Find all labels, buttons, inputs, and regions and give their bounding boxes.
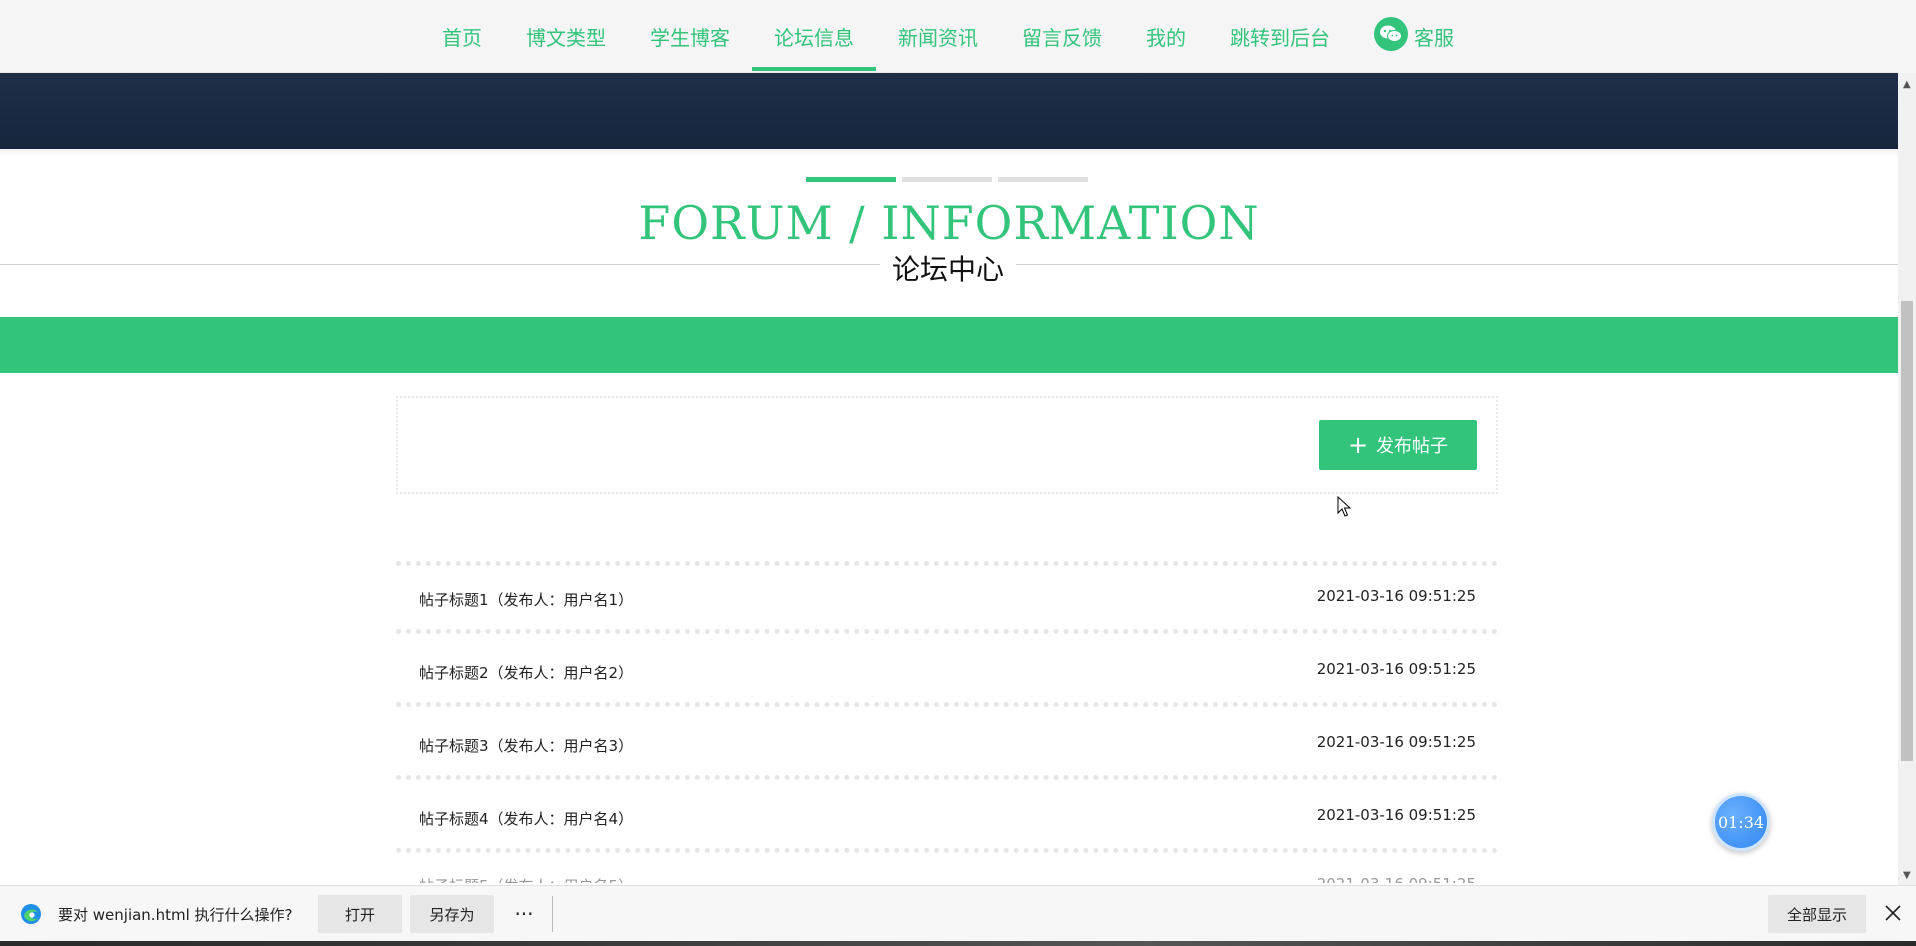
show-all-button[interactable]: 全部显示 [1768, 895, 1866, 933]
nav-item-mine[interactable]: 我的 [1124, 0, 1208, 73]
edge-icon [20, 903, 42, 925]
post-time: 2021-03-16 09:51:25 [1316, 806, 1476, 824]
scroll-down-arrow-icon[interactable]: ▼ [1903, 870, 1911, 881]
nav-item-blog-types[interactable]: 博文类型 [504, 0, 628, 73]
nav-item-label: 论坛信息 [774, 26, 854, 50]
nav-item-forum[interactable]: 论坛信息 [752, 0, 876, 73]
mouse-cursor-icon [1337, 495, 1352, 522]
nav-items: 首页 博文类型 学生博客 论坛信息 新闻资讯 留言反馈 我的 跳转到后台 客服 [420, 0, 1476, 73]
nav-item-label: 新闻资讯 [898, 26, 978, 50]
nav-item-student-blogs[interactable]: 学生博客 [628, 0, 752, 73]
nav-item-label: 客服 [1414, 26, 1454, 50]
download-bar: 要对 wenjian.html 执行什么操作? 打开 另存为 ··· 全部显示 [0, 885, 1916, 941]
nav-item-label: 我的 [1146, 26, 1186, 50]
banner-shadow [0, 149, 1898, 157]
list-item[interactable]: 帖子标题5（发布人：用户名5） 2021-03-16 09:51:25 [396, 853, 1498, 883]
post-time: 2021-03-16 09:51:25 [1316, 660, 1476, 678]
list-item[interactable]: 帖子标题2（发布人：用户名2） 2021-03-16 09:51:25 [396, 634, 1498, 707]
nav-item-label: 跳转到后台 [1230, 26, 1330, 50]
download-bar-divider [552, 896, 553, 932]
indicator-dash [902, 177, 992, 182]
nav-item-feedback[interactable]: 留言反馈 [1000, 0, 1124, 73]
taskbar-strip [0, 941, 1916, 946]
post-title[interactable]: 帖子标题2（发布人：用户名2） [419, 662, 633, 683]
section-title-cn: 论坛中心 [880, 248, 1016, 288]
plus-icon: + [1347, 431, 1369, 459]
indicator-dash-active [806, 177, 896, 182]
post-title[interactable]: 帖子标题3（发布人：用户名3） [419, 735, 633, 756]
timer-bubble[interactable]: 01:34 [1712, 793, 1770, 851]
post-time: 2021-03-16 09:51:25 [1317, 875, 1476, 883]
more-options-button[interactable]: ··· [506, 895, 542, 933]
download-prompt: 要对 wenjian.html 执行什么操作? [58, 906, 293, 924]
nav-item-label: 留言反馈 [1022, 26, 1102, 50]
nav-item-home[interactable]: 首页 [420, 0, 504, 73]
save-as-button[interactable]: 另存为 [410, 895, 494, 933]
post-time: 2021-03-16 09:51:25 [1316, 733, 1476, 751]
nav-item-news[interactable]: 新闻资讯 [876, 0, 1000, 73]
scroll-up-arrow-icon[interactable]: ▲ [1903, 79, 1911, 90]
page-scrollbar[interactable]: ▲ ▼ [1898, 73, 1916, 885]
list-item[interactable]: 帖子标题4（发布人：用户名4） 2021-03-16 09:51:25 [396, 780, 1498, 853]
green-band [0, 317, 1898, 373]
publish-toolbar: + 发布帖子 [396, 396, 1498, 494]
post-title[interactable]: 帖子标题5（发布人：用户名5） [419, 875, 633, 883]
publish-post-button[interactable]: + 发布帖子 [1319, 420, 1477, 470]
banner-image [0, 73, 1898, 149]
indicator-dash [998, 177, 1088, 182]
publish-post-label: 发布帖子 [1376, 436, 1449, 457]
list-item[interactable]: 帖子标题3（发布人：用户名3） 2021-03-16 09:51:25 [396, 707, 1498, 780]
section-title-en: FORUM / INFORMATION [638, 196, 1260, 250]
wechat-icon [1374, 16, 1408, 51]
post-title[interactable]: 帖子标题4（发布人：用户名4） [419, 808, 633, 829]
nav-item-label: 博文类型 [526, 26, 606, 50]
nav-item-label: 首页 [442, 26, 482, 50]
title-indicator [806, 177, 1088, 182]
list-item[interactable]: 帖子标题1（发布人：用户名1） 2021-03-16 09:51:25 [396, 561, 1498, 634]
nav-item-customer-service[interactable]: 客服 [1352, 0, 1476, 73]
close-icon[interactable] [1880, 900, 1906, 926]
post-title[interactable]: 帖子标题1（发布人：用户名1） [419, 589, 633, 610]
post-time: 2021-03-16 09:51:25 [1316, 587, 1476, 605]
timer-value: 01:34 [1717, 812, 1765, 832]
nav-item-label: 学生博客 [650, 26, 730, 50]
scrollbar-top-area [1898, 0, 1916, 73]
nav-item-admin[interactable]: 跳转到后台 [1208, 0, 1352, 73]
scrollbar-thumb[interactable] [1901, 301, 1913, 761]
page: 首页 博文类型 学生博客 论坛信息 新闻资讯 留言反馈 我的 跳转到后台 客服 … [0, 0, 1916, 946]
top-nav: 首页 博文类型 学生博客 论坛信息 新闻资讯 留言反馈 我的 跳转到后台 客服 [0, 0, 1898, 73]
open-button[interactable]: 打开 [318, 895, 402, 933]
post-list: 帖子标题1（发布人：用户名1） 2021-03-16 09:51:25 帖子标题… [396, 561, 1498, 883]
